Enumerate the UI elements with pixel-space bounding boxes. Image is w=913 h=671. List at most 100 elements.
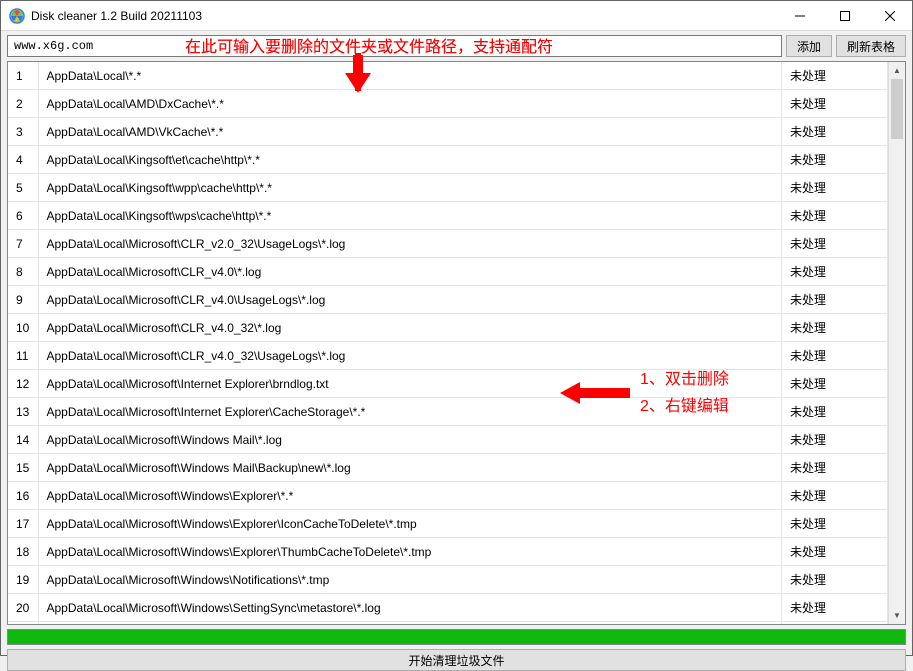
row-status: 未处理 xyxy=(782,510,888,538)
app-icon xyxy=(9,8,25,24)
table-row[interactable]: 3AppData\Local\AMD\VkCache\*.*未处理 xyxy=(8,118,888,146)
row-status: 未处理 xyxy=(782,454,888,482)
row-path: AppData\Local\Microsoft\Windows\SettingS… xyxy=(38,594,782,622)
row-index: 4 xyxy=(8,146,38,174)
row-index: 13 xyxy=(8,398,38,426)
row-path: AppData\Local\Microsoft\CLR_v2.0_32\Usag… xyxy=(38,230,782,258)
row-index: 1 xyxy=(8,62,38,90)
table-row[interactable]: 11AppData\Local\Microsoft\CLR_v4.0_32\Us… xyxy=(8,342,888,370)
row-status: 未处理 xyxy=(782,398,888,426)
start-clean-button[interactable]: 开始清理垃圾文件 xyxy=(7,649,906,671)
row-status: 未处理 xyxy=(782,202,888,230)
row-path: AppData\Local\Kingsoft\wps\cache\http\*.… xyxy=(38,202,782,230)
row-path: AppData\Local\AMD\DxCache\*.* xyxy=(38,90,782,118)
table-row[interactable]: 1AppData\Local\*.*未处理 xyxy=(8,62,888,90)
row-index: 7 xyxy=(8,230,38,258)
row-status: 未处理 xyxy=(782,174,888,202)
toolbar: 添加 刷新表格 xyxy=(1,31,912,61)
rules-table: 1AppData\Local\*.*未处理2AppData\Local\AMD\… xyxy=(8,62,888,624)
row-status: 未处理 xyxy=(782,622,888,625)
row-path: AppData\Local\Microsoft\Windows\Notifica… xyxy=(38,566,782,594)
refresh-button[interactable]: 刷新表格 xyxy=(836,35,906,57)
table-row[interactable]: 9AppData\Local\Microsoft\CLR_v4.0\UsageL… xyxy=(8,286,888,314)
table-viewport: 1AppData\Local\*.*未处理2AppData\Local\AMD\… xyxy=(8,62,888,624)
row-status: 未处理 xyxy=(782,146,888,174)
table-row[interactable]: 18AppData\Local\Microsoft\Windows\Explor… xyxy=(8,538,888,566)
table-row[interactable]: 20AppData\Local\Microsoft\Windows\Settin… xyxy=(8,594,888,622)
row-path: AppData\Local\Microsoft\Windows\WebCache… xyxy=(38,622,782,625)
table-row[interactable]: 2AppData\Local\AMD\DxCache\*.*未处理 xyxy=(8,90,888,118)
row-index: 18 xyxy=(8,538,38,566)
row-status: 未处理 xyxy=(782,370,888,398)
row-status: 未处理 xyxy=(782,566,888,594)
row-index: 5 xyxy=(8,174,38,202)
row-path: AppData\Local\Microsoft\CLR_v4.0_32\Usag… xyxy=(38,342,782,370)
row-status: 未处理 xyxy=(782,62,888,90)
table-row[interactable]: 16AppData\Local\Microsoft\Windows\Explor… xyxy=(8,482,888,510)
row-path: AppData\Local\Kingsoft\wpp\cache\http\*.… xyxy=(38,174,782,202)
row-status: 未处理 xyxy=(782,230,888,258)
table-row[interactable]: 10AppData\Local\Microsoft\CLR_v4.0_32\*.… xyxy=(8,314,888,342)
row-index: 14 xyxy=(8,426,38,454)
row-status: 未处理 xyxy=(782,342,888,370)
vertical-scrollbar[interactable]: ▲ ▼ xyxy=(888,62,905,624)
table-row[interactable]: 7AppData\Local\Microsoft\CLR_v2.0_32\Usa… xyxy=(8,230,888,258)
row-path: AppData\Local\Microsoft\CLR_v4.0\*.log xyxy=(38,258,782,286)
row-status: 未处理 xyxy=(782,482,888,510)
table-row[interactable]: 4AppData\Local\Kingsoft\et\cache\http\*.… xyxy=(8,146,888,174)
row-path: AppData\Local\Microsoft\Windows\Explorer… xyxy=(38,482,782,510)
row-path: AppData\Local\AMD\VkCache\*.* xyxy=(38,118,782,146)
table-container: 1AppData\Local\*.*未处理2AppData\Local\AMD\… xyxy=(7,61,906,625)
table-row[interactable]: 6AppData\Local\Kingsoft\wps\cache\http\*… xyxy=(8,202,888,230)
table-row[interactable]: 8AppData\Local\Microsoft\CLR_v4.0\*.log未… xyxy=(8,258,888,286)
row-index: 17 xyxy=(8,510,38,538)
row-path: AppData\Local\Microsoft\Windows Mail\Bac… xyxy=(38,454,782,482)
row-path: AppData\Local\*.* xyxy=(38,62,782,90)
maximize-button[interactable] xyxy=(822,1,867,30)
row-path: AppData\Local\Microsoft\Windows\Explorer… xyxy=(38,510,782,538)
table-row[interactable]: 5AppData\Local\Kingsoft\wpp\cache\http\*… xyxy=(8,174,888,202)
row-path: AppData\Local\Microsoft\Windows Mail\*.l… xyxy=(38,426,782,454)
progress-bar xyxy=(7,629,906,645)
row-status: 未处理 xyxy=(782,258,888,286)
row-index: 21 xyxy=(8,622,38,625)
row-status: 未处理 xyxy=(782,118,888,146)
table-row[interactable]: 13AppData\Local\Microsoft\Internet Explo… xyxy=(8,398,888,426)
table-row[interactable]: 17AppData\Local\Microsoft\Windows\Explor… xyxy=(8,510,888,538)
table-row[interactable]: 15AppData\Local\Microsoft\Windows Mail\B… xyxy=(8,454,888,482)
window-title: Disk cleaner 1.2 Build 20211103 xyxy=(31,9,777,23)
row-status: 未处理 xyxy=(782,314,888,342)
row-path: AppData\Local\Microsoft\Internet Explore… xyxy=(38,398,782,426)
row-path: AppData\Local\Microsoft\Internet Explore… xyxy=(38,370,782,398)
table-row[interactable]: 21AppData\Local\Microsoft\Windows\WebCac… xyxy=(8,622,888,625)
table-row[interactable]: 14AppData\Local\Microsoft\Windows Mail\*… xyxy=(8,426,888,454)
row-index: 8 xyxy=(8,258,38,286)
row-index: 3 xyxy=(8,118,38,146)
scroll-down-arrow-icon[interactable]: ▼ xyxy=(889,607,905,624)
scrollbar-thumb[interactable] xyxy=(891,79,903,139)
row-path: AppData\Local\Kingsoft\et\cache\http\*.* xyxy=(38,146,782,174)
row-index: 10 xyxy=(8,314,38,342)
minimize-button[interactable] xyxy=(777,1,822,30)
row-path: AppData\Local\Microsoft\Windows\Explorer… xyxy=(38,538,782,566)
row-index: 11 xyxy=(8,342,38,370)
add-button[interactable]: 添加 xyxy=(786,35,832,57)
row-status: 未处理 xyxy=(782,286,888,314)
row-index: 2 xyxy=(8,90,38,118)
row-status: 未处理 xyxy=(782,90,888,118)
close-button[interactable] xyxy=(867,1,912,30)
row-index: 20 xyxy=(8,594,38,622)
row-status: 未处理 xyxy=(782,594,888,622)
row-index: 19 xyxy=(8,566,38,594)
scroll-up-arrow-icon[interactable]: ▲ xyxy=(889,62,905,79)
window-controls xyxy=(777,1,912,30)
row-index: 6 xyxy=(8,202,38,230)
row-path: AppData\Local\Microsoft\CLR_v4.0\UsageLo… xyxy=(38,286,782,314)
titlebar: Disk cleaner 1.2 Build 20211103 xyxy=(1,1,912,31)
row-status: 未处理 xyxy=(782,538,888,566)
row-path: AppData\Local\Microsoft\CLR_v4.0_32\*.lo… xyxy=(38,314,782,342)
table-row[interactable]: 19AppData\Local\Microsoft\Windows\Notifi… xyxy=(8,566,888,594)
table-row[interactable]: 12AppData\Local\Microsoft\Internet Explo… xyxy=(8,370,888,398)
row-status: 未处理 xyxy=(782,426,888,454)
path-input[interactable] xyxy=(7,35,782,57)
